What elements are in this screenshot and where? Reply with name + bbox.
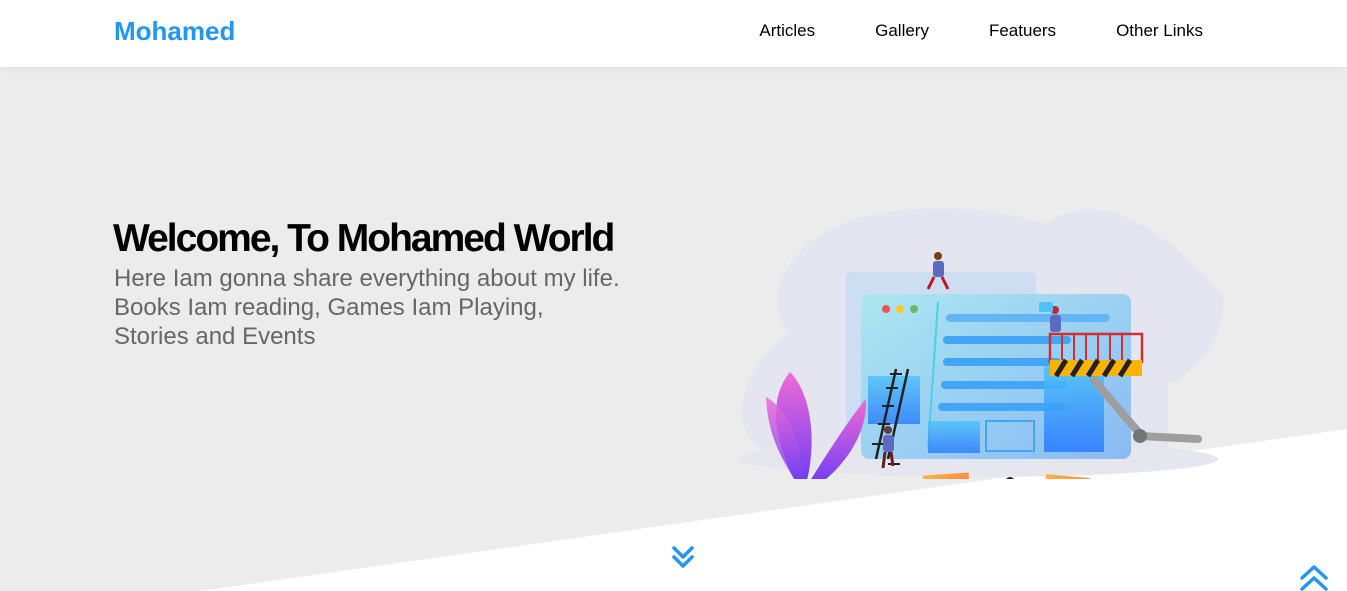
nav-link-other-links[interactable]: Other Links <box>1086 0 1203 67</box>
logo-link[interactable]: Mohamed <box>114 16 235 47</box>
nav-link-gallery[interactable]: Gallery <box>845 0 959 67</box>
nav-link-features[interactable]: Featuers <box>959 0 1086 67</box>
scroll-up-icon[interactable] <box>1298 564 1330 591</box>
go-down-icon[interactable] <box>671 544 695 572</box>
landing-illustration <box>738 208 1224 479</box>
landing-description: Here Iam gonna share everything about my… <box>114 265 620 350</box>
landing-title: Welcome, To Mohamed World <box>113 217 615 260</box>
landing-section: Welcome, To Mohamed World Here Iam gonna… <box>0 67 1347 591</box>
main-nav: Articles Gallery Featuers Other Links <box>729 0 1203 67</box>
nav-link-articles[interactable]: Articles <box>729 0 845 67</box>
site-header: Mohamed Articles Gallery Featuers Other … <box>0 0 1347 67</box>
